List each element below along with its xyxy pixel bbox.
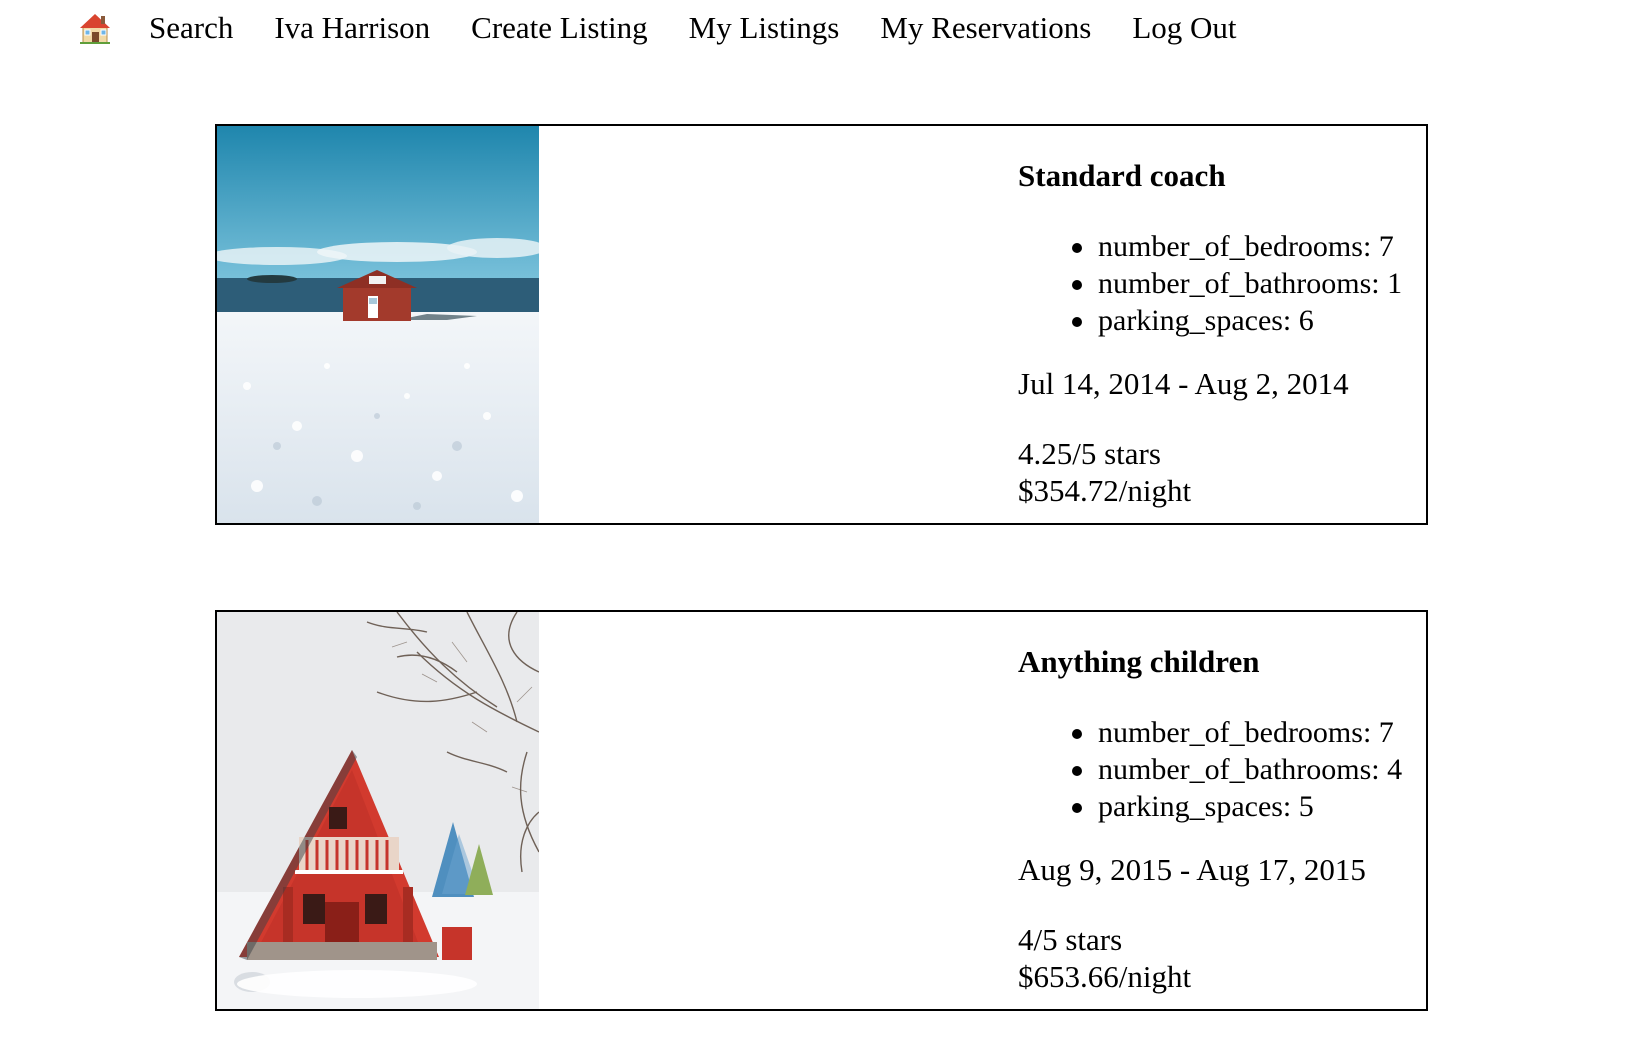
nav-my-reservations[interactable]: My Reservations: [880, 6, 1091, 50]
nav-search[interactable]: Search: [149, 6, 233, 50]
price-text: $354.72/night: [1018, 473, 1192, 508]
listing-title[interactable]: Anything children: [1018, 644, 1259, 680]
feature-item: parking_spaces: 5: [1071, 788, 1402, 825]
feature-item: number_of_bathrooms: 4: [1071, 753, 1403, 786]
price-text: $653.66/night: [1018, 959, 1192, 994]
top-nav: Search Iva Harrison Create Listing My Li…: [78, 6, 1278, 50]
reservation-card[interactable]: Standard coach number_of_bedrooms: 7 num…: [215, 124, 1428, 525]
feature-item: number_of_bedrooms: 7: [1071, 714, 1402, 751]
feature-list: number_of_bedrooms: 7 number_of_bathroom…: [1018, 714, 1402, 825]
nav-my-listings[interactable]: My Listings: [689, 6, 840, 50]
nav-user-name[interactable]: Iva Harrison: [274, 6, 430, 50]
rating-text: 4/5 stars: [1018, 922, 1123, 957]
feature-item: parking_spaces: 6: [1071, 302, 1402, 339]
nav-log-out[interactable]: Log Out: [1132, 6, 1236, 50]
house-icon[interactable]: [78, 11, 112, 45]
reservation-dates: Jul 14, 2014 - Aug 2, 2014: [1018, 366, 1349, 401]
nav-create-listing[interactable]: Create Listing: [471, 6, 647, 50]
rating-text: 4.25/5 stars: [1018, 436, 1161, 471]
listing-photo: [217, 612, 539, 1009]
feature-item: number_of_bedrooms: 7: [1071, 228, 1402, 265]
listing-title[interactable]: Standard coach: [1018, 158, 1226, 194]
feature-list: number_of_bedrooms: 7 number_of_bathroom…: [1018, 228, 1402, 339]
listing-photo: [217, 126, 539, 523]
reservation-card[interactable]: Anything children number_of_bedrooms: 7 …: [215, 610, 1428, 1011]
reservation-dates: Aug 9, 2015 - Aug 17, 2015: [1018, 852, 1366, 887]
feature-item: number_of_bathrooms: 1: [1071, 267, 1403, 300]
